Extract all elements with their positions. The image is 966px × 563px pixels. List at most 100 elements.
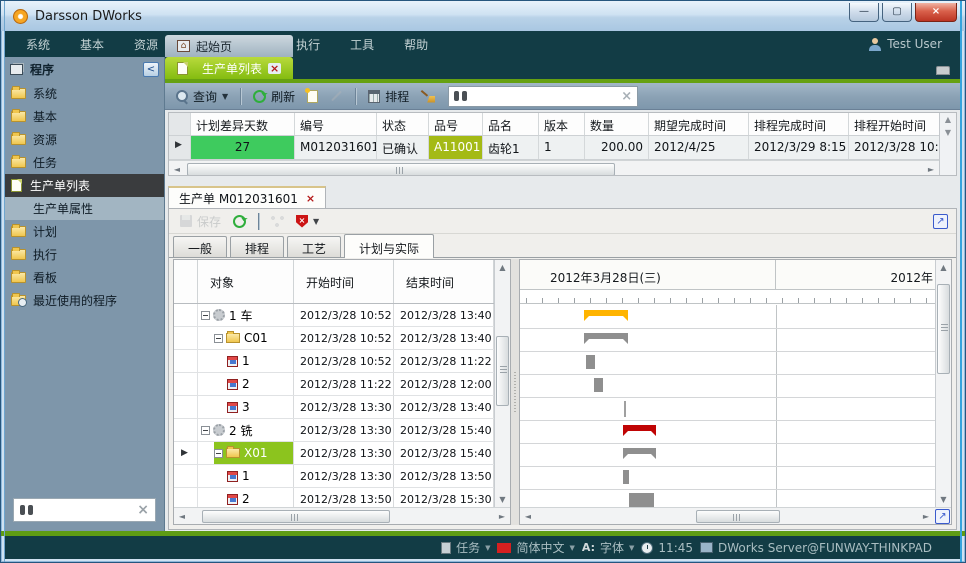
scroll-thumb[interactable]: [496, 336, 509, 406]
grid-header-cell[interactable]: 版本: [539, 113, 585, 135]
grid-header-cell[interactable]: 期望完成时间: [649, 113, 749, 135]
scroll-up-icon[interactable]: ▲: [495, 260, 510, 275]
menu-item[interactable]: 工具: [335, 34, 389, 56]
scroll-thumb[interactable]: [187, 163, 615, 176]
sidebar-item-系统[interactable]: 系统: [5, 82, 164, 105]
maximize-button[interactable]: ▢: [882, 3, 912, 22]
sidebar-item-任务[interactable]: 任务: [5, 151, 164, 174]
scroll-thumb[interactable]: [937, 284, 950, 374]
refresh-button[interactable]: 刷新: [250, 86, 298, 107]
refresh-detail-button[interactable]: [230, 213, 249, 230]
tree-node[interactable]: 1: [227, 465, 293, 487]
minimize-button[interactable]: —: [849, 3, 879, 22]
gantt-bar[interactable]: [584, 333, 628, 344]
link-button[interactable]: [268, 214, 287, 229]
sidebar-search-box[interactable]: ×: [13, 498, 156, 522]
tab-生产单列表[interactable]: 生产单列表×: [165, 57, 293, 79]
tree-row[interactable]: 1 车2012/3/28 10:522012/3/28 13:40: [174, 304, 494, 327]
scroll-thumb[interactable]: [696, 510, 780, 523]
tree-vscrollbar[interactable]: ▲ ▼: [494, 260, 510, 507]
gantt-bar[interactable]: [623, 425, 656, 436]
tree-row[interactable]: 2 铣2012/3/28 13:302012/3/28 15:40: [174, 419, 494, 442]
grid-header-cell[interactable]: 品名: [483, 113, 539, 135]
tree-row[interactable]: 22012/3/28 13:502012/3/28 15:30: [174, 488, 494, 507]
language-dropdown[interactable]: 简体中文 ▼: [497, 539, 574, 556]
float-window-icon[interactable]: [936, 66, 950, 75]
gantt-hscrollbar[interactable]: ◄ ► ↗: [520, 507, 951, 524]
query-button[interactable]: 查询 ▼: [173, 86, 231, 107]
schedule-button[interactable]: 排程: [365, 86, 412, 107]
gantt-bar[interactable]: [623, 470, 629, 484]
tree-header-cell[interactable]: 开始时间: [294, 260, 394, 303]
scroll-left-icon[interactable]: ◄: [520, 512, 536, 521]
sidebar-item-计划[interactable]: 计划: [5, 220, 164, 243]
security-button[interactable]: × ▼: [293, 213, 322, 230]
sidebar-item-最近使用的程序[interactable]: 最近使用的程序: [5, 289, 164, 312]
scroll-right-icon[interactable]: ►: [918, 512, 934, 521]
subtab-计划与实际[interactable]: 计划与实际: [344, 234, 434, 258]
tree-node[interactable]: 1 车: [201, 304, 293, 326]
tree-row[interactable]: C012012/3/28 10:522012/3/28 13:40: [174, 327, 494, 350]
task-status-dropdown[interactable]: 任务 ▼: [441, 539, 490, 556]
scroll-right-icon[interactable]: ►: [494, 512, 510, 521]
gantt-bar[interactable]: [586, 355, 595, 369]
close-icon[interactable]: ×: [306, 192, 315, 205]
grid-header-cell[interactable]: 数量: [585, 113, 649, 135]
tree-node[interactable]: 3: [227, 396, 293, 418]
save-button[interactable]: 保存: [177, 211, 224, 232]
scroll-up-icon[interactable]: ▲: [945, 115, 951, 124]
tree-node[interactable]: C01: [214, 327, 293, 349]
collapse-toggle-icon[interactable]: [201, 311, 210, 320]
tree-row[interactable]: 22012/3/28 11:222012/3/28 12:00: [174, 373, 494, 396]
grid-vscrollbar[interactable]: ▲ ▼: [939, 113, 956, 175]
collapse-toggle-icon[interactable]: [201, 426, 210, 435]
scroll-left-icon[interactable]: ◄: [174, 512, 190, 521]
subtab-一般[interactable]: 一般: [173, 236, 227, 257]
gantt-bar[interactable]: [623, 448, 656, 459]
grid-header-cell[interactable]: 品号: [429, 113, 483, 135]
tree-header-cell[interactable]: 对象: [198, 260, 294, 303]
gantt-vscrollbar[interactable]: ▲ ▼: [935, 260, 951, 507]
collapse-toggle-icon[interactable]: [214, 449, 223, 458]
clean-button[interactable]: [418, 88, 438, 105]
gantt-bar[interactable]: [624, 401, 626, 417]
sidebar-collapse-button[interactable]: <: [143, 62, 159, 77]
order-document-tab[interactable]: 生产单 M012031601 ×: [168, 186, 326, 208]
tab-起始页[interactable]: ⌂起始页: [165, 35, 293, 57]
scroll-up-icon[interactable]: ▲: [936, 260, 951, 275]
menu-item[interactable]: 帮助: [389, 34, 443, 56]
scroll-down-icon[interactable]: ▼: [945, 128, 951, 137]
gantt-bar[interactable]: [629, 493, 654, 507]
table-row[interactable]: ▶27M012031601已确认A11001齿轮11200.002012/4/2…: [169, 136, 939, 160]
collapse-toggle-icon[interactable]: [214, 334, 223, 343]
subtab-排程[interactable]: 排程: [230, 236, 284, 257]
tree-row[interactable]: 12012/3/28 13:302012/3/28 13:50: [174, 465, 494, 488]
grid-hscrollbar[interactable]: ◄ ►: [169, 160, 939, 175]
tree-row[interactable]: ▶X012012/3/28 13:302012/3/28 15:40: [174, 442, 494, 465]
grid-header-cell[interactable]: 排程完成时间: [749, 113, 849, 135]
close-icon[interactable]: ×: [268, 63, 281, 74]
sidebar-item-基本[interactable]: 基本: [5, 105, 164, 128]
tree-node[interactable]: 2: [227, 488, 293, 507]
grid-header-cell[interactable]: 计划差异天数: [191, 113, 295, 135]
popout-icon[interactable]: ↗: [933, 214, 948, 229]
clear-search-icon[interactable]: ×: [621, 89, 632, 104]
grid-header-cell[interactable]: 排程开始时间: [849, 113, 939, 135]
gantt-bar[interactable]: [584, 310, 628, 321]
sidebar-item-生产单列表[interactable]: 生产单列表: [5, 174, 164, 197]
sidebar-item-生产单属性[interactable]: 生产单属性: [5, 197, 164, 220]
grid-header-cell[interactable]: 编号: [295, 113, 377, 135]
new-button[interactable]: [304, 88, 321, 105]
menu-item[interactable]: 系统: [11, 34, 65, 56]
close-button[interactable]: ×: [915, 3, 957, 22]
scroll-right-icon[interactable]: ►: [923, 165, 939, 174]
grid-header-cell[interactable]: 状态: [377, 113, 429, 135]
split-handle[interactable]: [511, 259, 519, 525]
toolbar-search-box[interactable]: ×: [448, 86, 638, 107]
tree-node[interactable]: 2 铣: [201, 419, 293, 441]
font-dropdown[interactable]: A: 字体 ▼: [582, 539, 635, 556]
tree-node[interactable]: 2: [227, 373, 293, 395]
tree-row[interactable]: 32012/3/28 13:302012/3/28 13:40: [174, 396, 494, 419]
sidebar-item-看板[interactable]: 看板: [5, 266, 164, 289]
scroll-down-icon[interactable]: ▼: [936, 492, 951, 507]
